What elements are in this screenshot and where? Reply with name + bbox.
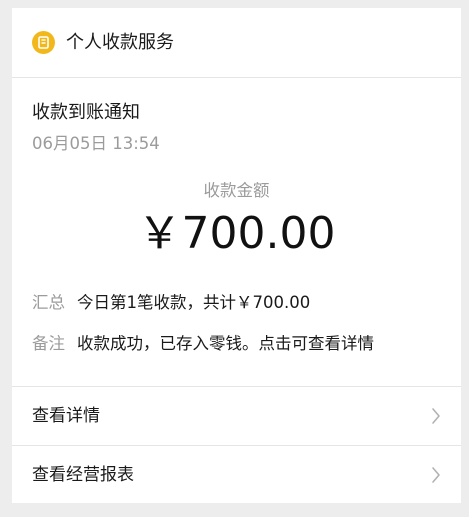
notification-card[interactable]: 个人收款服务 收款到账通知 06月05日 13:54 收款金额 ￥700.00 … [12, 8, 461, 503]
amount-label: 收款金额 [203, 181, 270, 200]
summary-row: 汇总 今日第1笔收款，共计￥700.00 [32, 291, 310, 315]
summary-value: 今日第1笔收款，共计￥700.00 [77, 293, 311, 312]
amount-value: ￥700.00 [137, 208, 336, 259]
view-business-report-button[interactable]: 查看经营报表 [12, 446, 461, 504]
remark-value: 收款成功，已存入零钱。点击可查看详情 [77, 334, 374, 353]
view-details-label: 查看详情 [32, 406, 100, 426]
card-header: 个人收款服务 [12, 8, 461, 78]
notice-timestamp: 06月05日 13:54 [32, 134, 160, 153]
summary-key: 汇总 [32, 293, 65, 312]
view-details-button[interactable]: 查看详情 [12, 387, 461, 445]
service-name: 个人收款服务 [66, 32, 174, 53]
notice-title: 收款到账通知 [32, 102, 140, 123]
chevron-right-icon [432, 408, 440, 424]
chevron-right-icon [432, 467, 440, 483]
remark-row: 备注 收款成功，已存入零钱。点击可查看详情 [32, 332, 374, 356]
view-business-report-label: 查看经营报表 [32, 465, 134, 485]
remark-key: 备注 [32, 334, 65, 353]
wallet-icon [32, 31, 55, 54]
